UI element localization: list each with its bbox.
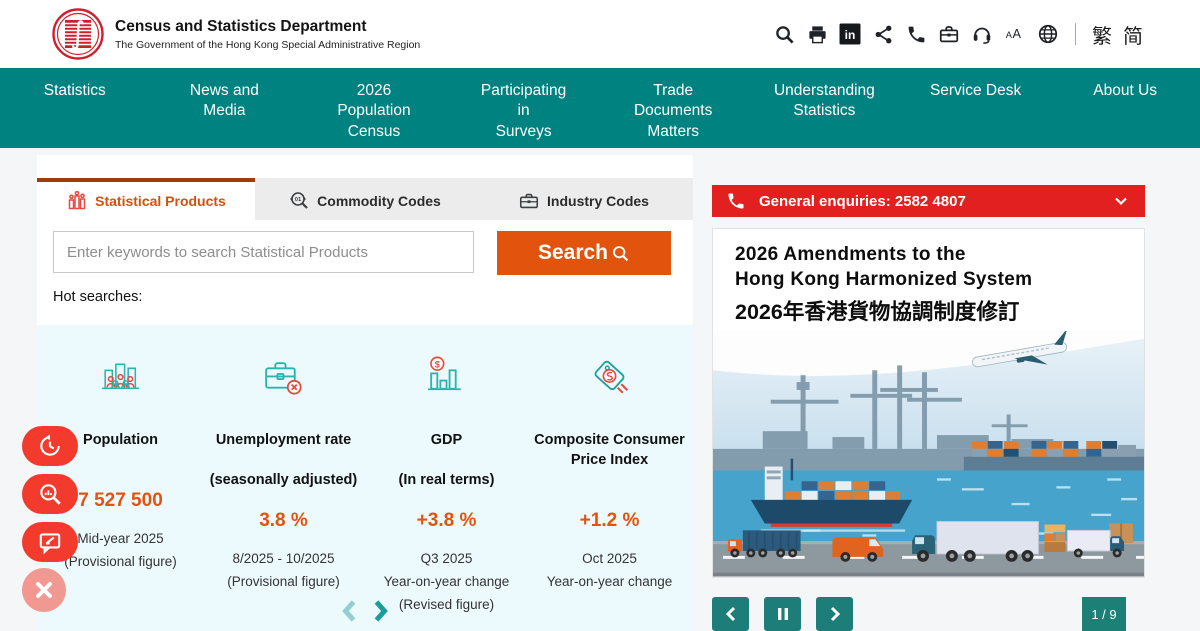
banner-title-zh: 2026年香港貨物協調制度修訂 [735, 295, 1134, 326]
general-enquiries-bar[interactable]: General enquiries: 2582 4807 [712, 185, 1145, 217]
stats-prev-icon[interactable] [339, 598, 361, 624]
headset-icon[interactable] [971, 23, 993, 45]
right-column: General enquiries: 2582 4807 2026 Amendm… [712, 155, 1145, 631]
header-utility-icons: in AA 繁 简 [773, 20, 1143, 49]
unemployment-icon [206, 352, 361, 401]
search-icon[interactable] [773, 23, 795, 45]
main-nav: Statistics News and Media 2026 Populatio… [0, 68, 1200, 148]
linkedin-icon[interactable]: in [839, 23, 861, 45]
search-panel: Statistical Products 01 Commodity Codes [37, 155, 693, 631]
nav-item-participating-in-surveys[interactable]: Participating in Surveys [449, 68, 599, 148]
stat-title: Composite Consumer Price Index [532, 410, 687, 510]
banner-titles: 2026 Amendments to the Hong Kong Harmoni… [713, 229, 1144, 331]
carousel-prev-button[interactable] [712, 597, 749, 631]
stats-next-icon[interactable] [370, 598, 392, 624]
port-illustration [713, 331, 1144, 577]
nav-item-trade-documents-matters[interactable]: Trade Documents Matters [598, 68, 748, 148]
brand-text: Census and Statistics Department The Gov… [115, 18, 420, 51]
lang-traditional-chinese[interactable]: 繁 [1092, 20, 1112, 49]
hot-searches-label: Hot searches: [37, 275, 693, 325]
general-enquiries-label: General enquiries: 2582 4807 [759, 193, 966, 210]
stat-card-unemployment[interactable]: Unemployment rate (seasonally adjusted) … [202, 352, 365, 631]
history-icon [37, 433, 63, 459]
stat-notes: Oct 2025 Year-on-year change [532, 548, 687, 594]
print-icon[interactable] [806, 23, 828, 45]
keyword-search-input[interactable] [53, 231, 474, 273]
stat-value: +3.8 % [369, 510, 524, 532]
nav-item-about-us[interactable]: About Us [1050, 68, 1200, 148]
svg-text:A: A [1012, 27, 1021, 41]
stat-notes: Q3 2025 Year-on-year change (Revised fig… [369, 548, 524, 617]
svg-text:∫: ∫ [70, 16, 86, 51]
close-icon [33, 579, 55, 601]
population-icon [43, 352, 198, 401]
nav-item-statistics[interactable]: Statistics [0, 68, 150, 148]
promo-banner[interactable]: 2026 Amendments to the Hong Kong Harmoni… [712, 228, 1145, 578]
search-stats-icon [37, 481, 63, 507]
nav-item-service-desk[interactable]: Service Desk [901, 68, 1051, 148]
feedback-fab-button[interactable] [22, 522, 78, 562]
search-button-icon [611, 244, 630, 263]
stat-card-gdp[interactable]: $ GDP (In real terms) +3.8 % Q3 2025 Yea… [365, 352, 528, 631]
svg-text:in: in [845, 28, 856, 42]
close-fab-button[interactable] [22, 568, 66, 612]
share-icon[interactable] [872, 23, 894, 45]
stat-value: 3.8 % [206, 510, 361, 532]
tab-label: Commodity Codes [317, 193, 441, 209]
nav-item-understanding-statistics[interactable]: Understanding Statistics [748, 68, 901, 148]
carousel-counter: 1 / 9 [1082, 597, 1126, 631]
carousel-pause-button[interactable] [764, 597, 801, 631]
stat-value: +1.2 % [532, 510, 687, 532]
tab-label: Statistical Products [95, 193, 226, 209]
divider [1075, 23, 1076, 45]
search-button-label: Search [538, 241, 608, 265]
feedback-icon [37, 529, 63, 555]
industry-codes-icon [518, 190, 540, 212]
cpi-icon [532, 352, 687, 401]
panel-top-padding [37, 155, 693, 178]
history-fab-button[interactable] [22, 426, 78, 466]
stat-title: Unemployment rate (seasonally adjusted) [206, 410, 361, 510]
tab-label: Industry Codes [547, 193, 649, 209]
tab-statistical-products[interactable]: Statistical Products [37, 178, 255, 220]
phone-icon[interactable] [905, 23, 927, 45]
site-subtitle: The Government of the Hong Kong Special … [115, 39, 420, 51]
nav-item-2026-population-census[interactable]: 2026 Population Census [299, 68, 449, 148]
search-row: Search [37, 220, 693, 275]
search-button[interactable]: Search [497, 231, 671, 275]
chevron-left-icon [723, 605, 739, 623]
stat-notes: 8/2025 - 10/2025 (Provisional figure) [206, 548, 361, 594]
key-statistics-strip: Population 7 527 500 Mid-year 2025 (Prov… [37, 325, 693, 631]
banner-title-en-line1: 2026 Amendments to the [735, 242, 1134, 267]
globe-icon[interactable] [1037, 23, 1059, 45]
tab-commodity-codes[interactable]: 01 Commodity Codes [255, 178, 474, 220]
commodity-codes-icon: 01 [288, 190, 310, 212]
product-tabs: Statistical Products 01 Commodity Codes [37, 178, 693, 220]
search-stats-fab-button[interactable] [22, 474, 78, 514]
phone-icon [726, 191, 746, 211]
svg-text:01: 01 [295, 197, 302, 203]
site-header: ∫ Census and Statistics Department The G… [0, 0, 1200, 68]
stat-card-cpi[interactable]: Composite Consumer Price Index +1.2 % Oc… [528, 352, 691, 631]
site-title: Census and Statistics Department [115, 18, 420, 36]
banner-carousel-controls: 1 / 9 [712, 597, 1145, 631]
chevron-down-icon [1113, 193, 1129, 209]
chevron-right-icon [827, 605, 843, 623]
main-content: Statistical Products 01 Commodity Codes [0, 148, 1200, 631]
font-size-icon[interactable]: AA [1004, 23, 1026, 45]
tab-industry-codes[interactable]: Industry Codes [474, 178, 693, 220]
gdp-icon: $ [369, 352, 524, 401]
carousel-next-button[interactable] [816, 597, 853, 631]
lang-simplified-chinese[interactable]: 简 [1123, 20, 1143, 49]
nav-item-news-and-media[interactable]: News and Media [150, 68, 300, 148]
stats-carousel-nav [339, 598, 392, 624]
toolbox-icon[interactable] [938, 23, 960, 45]
pause-icon [776, 606, 790, 622]
censtatd-logo: ∫ [52, 8, 104, 60]
statistical-products-icon [66, 190, 88, 212]
svg-text:$: $ [435, 359, 440, 369]
banner-title-en-line2: Hong Kong Harmonized System [735, 267, 1134, 292]
stat-title: GDP (In real terms) [369, 410, 524, 510]
